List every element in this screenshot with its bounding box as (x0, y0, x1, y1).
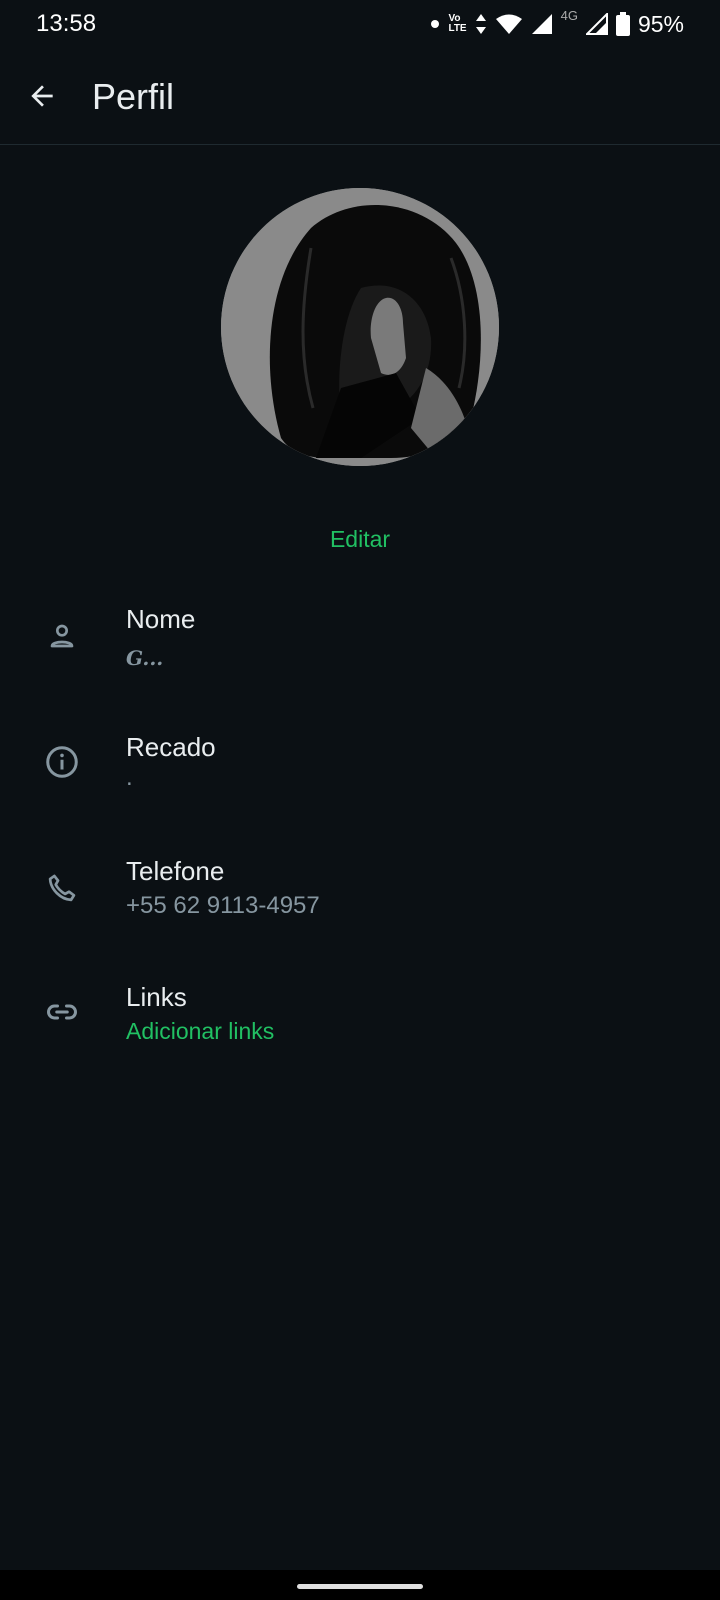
network-type-label: 4G (560, 8, 578, 23)
wifi-icon (495, 14, 522, 34)
volte-icon: Vo LTE (448, 14, 466, 34)
battery-icon (615, 12, 630, 36)
back-button[interactable] (18, 72, 66, 120)
person-icon (42, 616, 82, 656)
status-time: 13:58 (36, 10, 97, 37)
about-label: Recado (126, 732, 216, 762)
profile-photo[interactable] (221, 188, 499, 466)
link-icon (42, 992, 82, 1032)
phone-label: Telefone (126, 856, 225, 886)
name-label: Nome (126, 604, 196, 634)
volte-bottom-label: LTE (448, 23, 467, 34)
status-icons: Vo LTE 4G 95% (430, 8, 684, 40)
battery-percent: 95% (637, 10, 684, 37)
data-arrows-icon (475, 14, 486, 34)
info-icon (42, 742, 82, 782)
name-row[interactable]: Nome G... (0, 598, 720, 698)
home-gesture-handle[interactable] (297, 1584, 423, 1589)
add-links-link[interactable]: Adicionar links (126, 1018, 274, 1045)
signal-icon-secondary (585, 13, 608, 35)
notification-dot-icon (431, 20, 440, 28)
edit-photo-link[interactable]: Editar (0, 526, 720, 553)
profile-photo-image (221, 188, 499, 466)
phone-row[interactable]: Telefone +55 62 9113-4957 (0, 852, 720, 952)
about-row[interactable]: Recado . (0, 726, 720, 826)
links-label: Links (126, 982, 187, 1012)
phone-icon (42, 868, 82, 908)
page-title: Perfil (92, 76, 175, 117)
arrow-back-icon (31, 85, 53, 107)
app-bar: Perfil (0, 48, 720, 145)
links-row[interactable]: Links Adicionar links (0, 978, 720, 1078)
phone-value: +55 62 9113-4957 (126, 892, 320, 919)
navigation-bar (0, 1570, 720, 1600)
status-bar: 13:58 Vo LTE 4G 95% (0, 0, 720, 48)
about-value: . (126, 764, 133, 791)
signal-icon (531, 14, 552, 34)
name-value: G... (126, 646, 164, 670)
